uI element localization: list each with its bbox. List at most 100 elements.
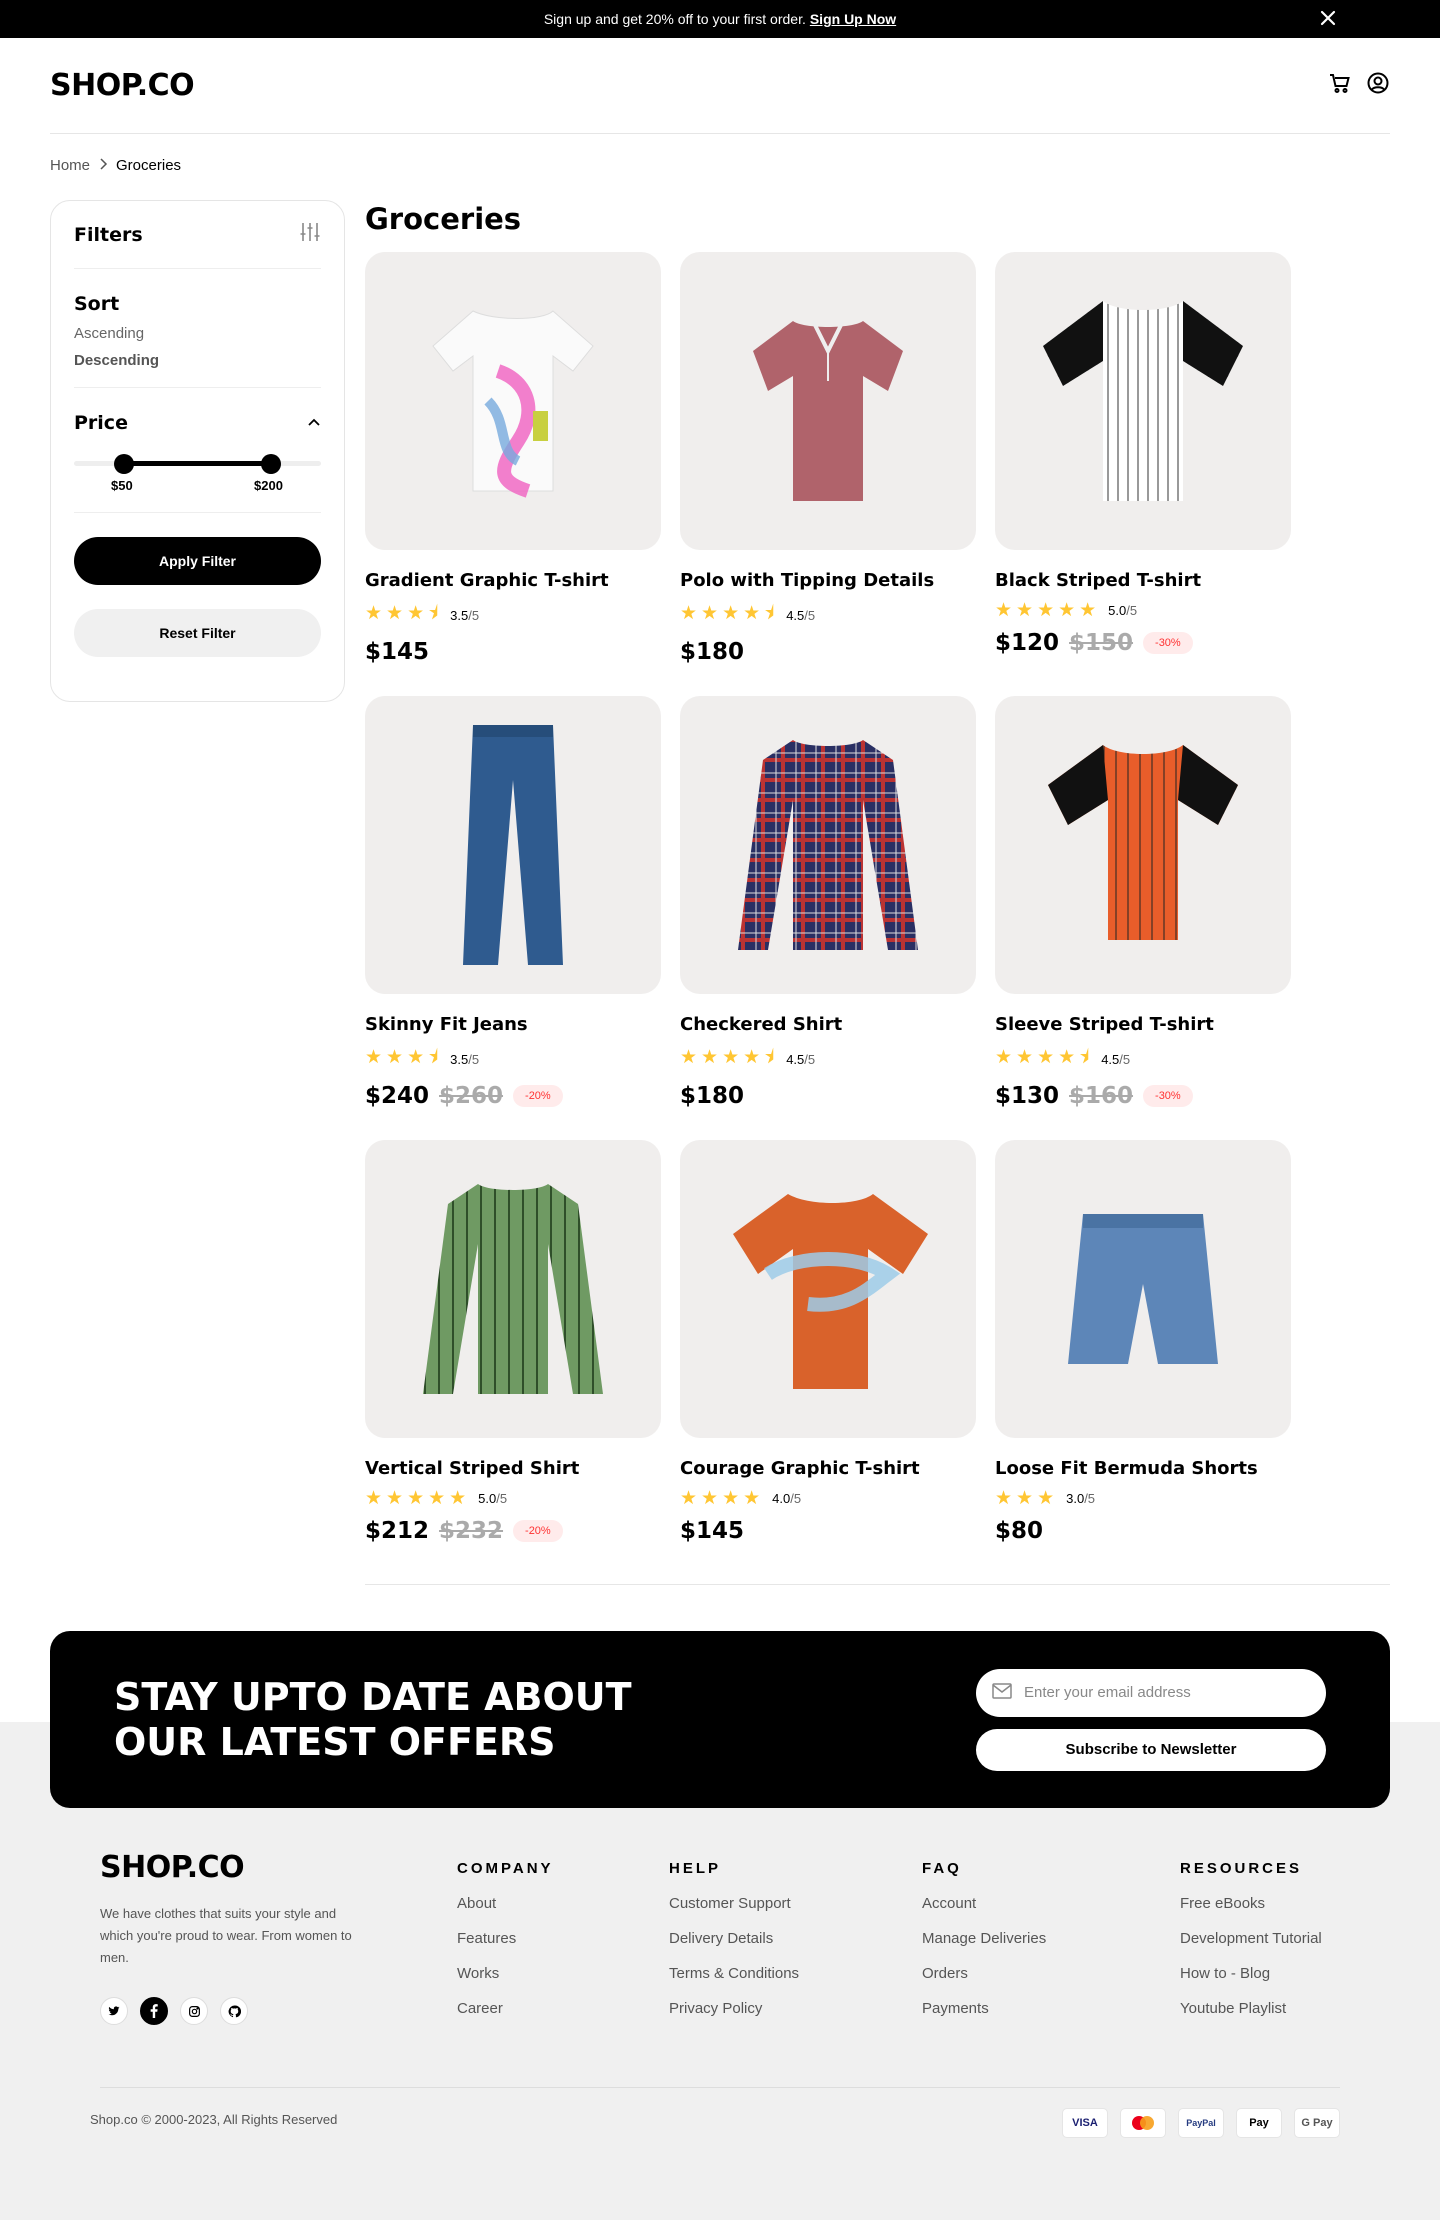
product-price: $180 xyxy=(680,1083,745,1109)
instagram-icon[interactable] xyxy=(180,1997,208,2025)
email-placeholder: Enter your email address xyxy=(1024,1684,1191,1701)
footer-link[interactable]: How to - Blog xyxy=(1180,1965,1322,1982)
product-card[interactable]: Gradient Graphic T-shirt ★★★⯨ 3.5/5 $145 xyxy=(365,252,661,696)
product-image[interactable] xyxy=(680,696,976,994)
product-name[interactable]: Loose Fit Bermuda Shorts xyxy=(995,1458,1291,1479)
product-image[interactable] xyxy=(995,696,1291,994)
product-price: $145 xyxy=(680,1518,745,1544)
product-card[interactable]: Checkered Shirt ★★★★⯨ 4.5/5 $180 xyxy=(680,696,976,1140)
product-price: $80 xyxy=(995,1518,1044,1544)
product-grid: Gradient Graphic T-shirt ★★★⯨ 3.5/5 $145 … xyxy=(365,252,1390,1584)
original-price: $260 xyxy=(439,1083,504,1109)
twitter-icon[interactable] xyxy=(100,1997,128,2025)
product-image[interactable] xyxy=(995,252,1291,550)
product-image[interactable] xyxy=(680,1140,976,1438)
newsletter-title: STAY UPTO DATE ABOUT OUR LATEST OFFERS xyxy=(114,1674,632,1764)
sort-ascending[interactable]: Ascending xyxy=(74,325,321,342)
product-card[interactable]: Polo with Tipping Details ★★★★⯨ 4.5/5 $18… xyxy=(680,252,976,696)
price-section: Price $50 $200 xyxy=(74,388,321,513)
price-max-handle[interactable] xyxy=(261,454,281,474)
paypal-icon: PayPal xyxy=(1178,2108,1224,2138)
product-name[interactable]: Black Striped T-shirt xyxy=(995,570,1291,591)
mail-icon xyxy=(992,1682,1012,1703)
footer-link[interactable]: About xyxy=(457,1895,669,1912)
listing-divider xyxy=(365,1584,1390,1585)
footer-column-resources: RESOURCES Free eBooks Development Tutori… xyxy=(1180,1850,1322,2025)
product-name[interactable]: Vertical Striped Shirt xyxy=(365,1458,661,1479)
logo[interactable]: SHOP.CO xyxy=(50,68,195,103)
facebook-icon[interactable] xyxy=(140,1997,168,2025)
star-rating-icon: ★★★⯨ xyxy=(365,603,443,624)
product-listing: Groceries Gradient Graphic T-shirt ★★★⯨ 3… xyxy=(365,200,1390,1584)
product-image[interactable] xyxy=(995,1140,1291,1438)
footer-link[interactable]: Youtube Playlist xyxy=(1180,2000,1322,2017)
product-price: $240 xyxy=(365,1083,430,1109)
product-card[interactable]: Black Striped T-shirt ★★★★★ 5.0/5 $120 $15… xyxy=(995,252,1291,696)
subscribe-button[interactable]: Subscribe to Newsletter xyxy=(976,1728,1326,1771)
footer-link[interactable]: Delivery Details xyxy=(669,1930,922,1947)
chevron-up-icon[interactable] xyxy=(307,414,321,432)
reset-filter-button[interactable]: Reset Filter xyxy=(74,609,321,657)
product-card[interactable]: Sleeve Striped T-shirt ★★★★⯨ 4.5/5 $130 $1… xyxy=(995,696,1291,1140)
footer-link[interactable]: Works xyxy=(457,1965,669,1982)
product-card[interactable]: Vertical Striped Shirt ★★★★★ 5.0/5 $212 $2… xyxy=(365,1140,661,1584)
product-name[interactable]: Polo with Tipping Details xyxy=(680,570,976,591)
sort-descending[interactable]: Descending xyxy=(74,352,321,369)
google-pay-icon: G Pay xyxy=(1294,2108,1340,2138)
price-slider-range xyxy=(124,461,271,466)
github-icon[interactable] xyxy=(220,1997,248,2025)
breadcrumb-home[interactable]: Home xyxy=(50,157,90,174)
product-name[interactable]: Courage Graphic T-shirt xyxy=(680,1458,976,1479)
product-rating: ★★★ 3.0/5 xyxy=(995,1488,1096,1509)
footer-link[interactable]: Career xyxy=(457,2000,669,2017)
price-slider[interactable]: $50 $200 xyxy=(74,450,321,494)
star-rating-icon: ★★★★★ xyxy=(365,1488,471,1509)
close-icon[interactable] xyxy=(1318,8,1338,28)
footer-link[interactable]: Customer Support xyxy=(669,1895,922,1912)
footer-link[interactable]: Terms & Conditions xyxy=(669,1965,922,1982)
product-image[interactable] xyxy=(365,1140,661,1438)
product-rating: ★★★⯨ 3.5/5 xyxy=(365,599,661,631)
footer-bottom: Shop.co © 2000-2023, All Rights Reserved… xyxy=(90,2087,1340,2138)
footer-link[interactable]: Manage Deliveries xyxy=(922,1930,1180,1947)
footer-column-title: FAQ xyxy=(922,1860,962,1877)
product-name[interactable]: Skinny Fit Jeans xyxy=(365,1014,661,1035)
footer-link[interactable]: Development Tutorial xyxy=(1180,1930,1322,1947)
discount-badge: -20% xyxy=(513,1520,563,1542)
product-name[interactable]: Checkered Shirt xyxy=(680,1014,976,1035)
footer-link[interactable]: Payments xyxy=(922,2000,1180,2017)
cart-icon[interactable] xyxy=(1328,71,1352,100)
product-image[interactable] xyxy=(365,696,661,994)
footer-link[interactable]: Orders xyxy=(922,1965,1180,1982)
promo-bar: Sign up and get 20% off to your first or… xyxy=(0,0,1440,38)
footer-link[interactable]: Features xyxy=(457,1930,669,1947)
product-name[interactable]: Gradient Graphic T-shirt xyxy=(365,570,661,591)
filters-panel: Filters Sort Ascending Descending Price xyxy=(50,200,345,702)
product-card[interactable]: Courage Graphic T-shirt ★★★★ 4.0/5 $145 xyxy=(680,1140,976,1584)
product-image[interactable] xyxy=(365,252,661,550)
product-rating: ★★★★⯨ 4.5/5 xyxy=(680,1043,976,1075)
footer-link[interactable]: Account xyxy=(922,1895,1180,1912)
apply-filter-button[interactable]: Apply Filter xyxy=(74,537,321,585)
payment-methods: VISA PayPal Pay G Pay xyxy=(1062,2108,1340,2138)
star-rating-icon: ★★★ xyxy=(995,1488,1059,1509)
sign-up-link[interactable]: Sign Up Now xyxy=(810,11,896,27)
star-rating-icon: ★★★★★ xyxy=(995,600,1101,621)
product-card[interactable]: Skinny Fit Jeans ★★★⯨ 3.5/5 $240 $260 -20% xyxy=(365,696,661,1140)
product-price: $212 xyxy=(365,1518,430,1544)
footer-link[interactable]: Privacy Policy xyxy=(669,2000,922,2017)
product-rating: ★★★★⯨ 4.5/5 xyxy=(995,1043,1291,1075)
footer-logo[interactable]: SHOP.CO xyxy=(100,1850,457,1885)
newsletter-banner: STAY UPTO DATE ABOUT OUR LATEST OFFERS E… xyxy=(50,1631,1390,1808)
account-icon[interactable] xyxy=(1366,71,1390,100)
product-price: $130 xyxy=(995,1083,1060,1109)
footer-column-help: HELP Customer Support Delivery Details T… xyxy=(669,1850,922,2025)
email-field[interactable]: Enter your email address xyxy=(976,1668,1326,1717)
product-card[interactable]: Loose Fit Bermuda Shorts ★★★ 3.0/5 $80 xyxy=(995,1140,1291,1584)
product-image[interactable] xyxy=(680,252,976,550)
sliders-icon[interactable] xyxy=(299,221,321,248)
footer-link[interactable]: Free eBooks xyxy=(1180,1895,1322,1912)
product-name[interactable]: Sleeve Striped T-shirt xyxy=(995,1014,1291,1035)
price-min-handle[interactable] xyxy=(114,454,134,474)
footer-column-faq: FAQ Account Manage Deliveries Orders Pay… xyxy=(922,1850,1180,2025)
